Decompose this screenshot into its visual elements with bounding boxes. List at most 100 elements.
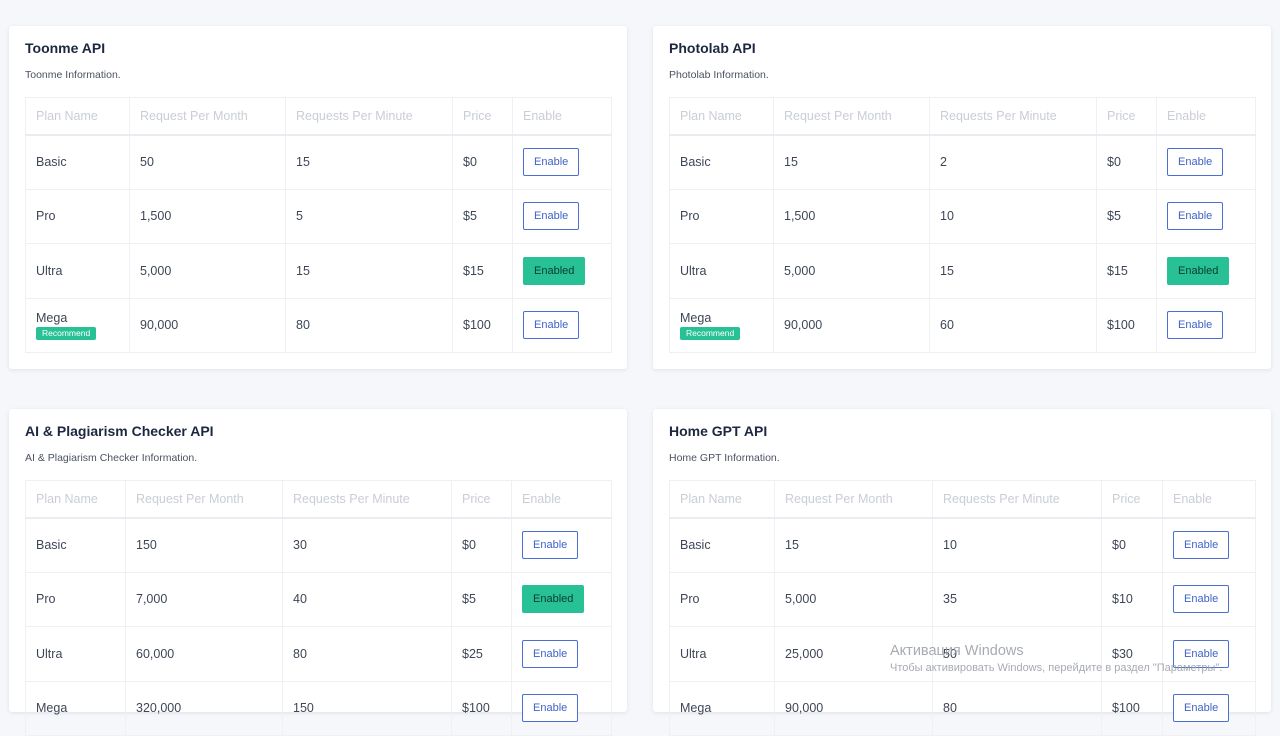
enable-button[interactable]: Enable	[1167, 202, 1224, 231]
column-header-requests-per-minute: Requests Per Minute	[929, 97, 1097, 136]
price: $15	[1096, 243, 1157, 299]
plan-name: Pro	[25, 571, 126, 627]
price: $10	[1101, 571, 1163, 627]
price: $0	[451, 517, 512, 573]
table-row: Mega 320,000 150 $100 Enable	[25, 680, 612, 736]
price: $30	[1101, 626, 1163, 682]
enabled-button[interactable]: Enabled	[1167, 256, 1230, 285]
requests-per-minute: 40	[282, 571, 452, 627]
enabled-button[interactable]: Enabled	[522, 585, 585, 614]
table-row: Pro 7,000 40 $5 Enabled	[25, 571, 612, 627]
requests-per-month: 1,500	[129, 188, 286, 244]
requests-per-month: 5,000	[774, 571, 933, 627]
plan-name: Pro	[25, 188, 130, 244]
plan-name: Mega	[669, 680, 775, 736]
table-header-row: Plan Name Request Per Month Requests Per…	[25, 480, 612, 519]
table-row: Mega Recommend 90,000 80 $100 Enable	[25, 297, 612, 353]
enable-button[interactable]: Enable	[1167, 148, 1224, 176]
plans-table: Plan Name Request Per Month Requests Per…	[25, 480, 612, 736]
card-title: Home GPT API	[669, 423, 768, 439]
column-header-price: Price	[1096, 97, 1157, 136]
column-header-request-per-month: Request Per Month	[125, 480, 283, 519]
card-subtitle: Toonme Information.	[25, 69, 121, 81]
recommend-badge: Recommend	[680, 326, 741, 340]
card-ai-plagiarism-checker-api: AI & Plagiarism Checker API AI & Plagiar…	[9, 409, 627, 736]
requests-per-month: 15	[774, 517, 933, 573]
plan-name: Ultra	[669, 243, 774, 299]
requests-per-minute: 5	[285, 188, 453, 244]
enable-button[interactable]: Enable	[523, 311, 580, 340]
enable-button[interactable]: Enable	[522, 639, 579, 668]
enable-button[interactable]: Enable	[1173, 694, 1230, 723]
plan-name: Basic	[25, 517, 126, 573]
requests-per-month: 90,000	[129, 297, 286, 353]
price: $0	[1101, 517, 1163, 573]
requests-per-month: 50	[129, 134, 286, 190]
requests-per-month: 60,000	[125, 626, 283, 682]
enable-button[interactable]: Enable	[522, 531, 579, 559]
price: $5	[451, 571, 512, 627]
table-row: Ultra 25,000 50 $30 Enable	[669, 626, 1256, 682]
column-header-enable: Enable	[1156, 97, 1256, 136]
price: $25	[451, 626, 512, 682]
column-header-plan-name: Plan Name	[25, 480, 126, 519]
table-row: Basic 150 30 $0 Enable	[25, 517, 612, 573]
requests-per-minute: 35	[932, 571, 1102, 627]
enable-button[interactable]: Enable	[1173, 639, 1230, 668]
column-header-request-per-month: Request Per Month	[129, 97, 286, 136]
requests-per-month: 25,000	[774, 626, 933, 682]
requests-per-minute: 80	[932, 680, 1102, 736]
card-title: Toonme API	[25, 40, 106, 56]
requests-per-month: 5,000	[129, 243, 286, 299]
enable-button[interactable]: Enable	[523, 148, 580, 176]
column-header-enable: Enable	[511, 480, 612, 519]
price: $5	[452, 188, 513, 244]
table-header-row: Plan Name Request Per Month Requests Per…	[669, 480, 1256, 519]
requests-per-minute: 30	[282, 517, 452, 573]
requests-per-minute: 15	[285, 243, 453, 299]
requests-per-minute: 80	[282, 626, 452, 682]
table-row: Basic 15 2 $0 Enable	[669, 134, 1256, 190]
enable-button[interactable]: Enable	[1167, 311, 1224, 340]
requests-per-month: 320,000	[125, 680, 283, 736]
card-toonme-api: Toonme API Toonme Information. Plan Name…	[9, 26, 627, 369]
plan-name: Ultra	[25, 243, 130, 299]
column-header-price: Price	[452, 97, 513, 136]
plan-name: Mega	[36, 310, 68, 325]
enable-button[interactable]: Enable	[523, 202, 580, 231]
plan-name: Mega	[680, 310, 712, 325]
plans-table: Plan Name Request Per Month Requests Per…	[669, 97, 1256, 353]
plan-name: Mega	[25, 680, 126, 736]
column-header-plan-name: Plan Name	[669, 97, 774, 136]
table-row: Ultra 60,000 80 $25 Enable	[25, 626, 612, 682]
column-header-plan-name: Plan Name	[25, 97, 130, 136]
price: $5	[1096, 188, 1157, 244]
enable-button[interactable]: Enable	[1173, 531, 1230, 559]
enable-button[interactable]: Enable	[522, 694, 579, 723]
price: $100	[1101, 680, 1163, 736]
card-subtitle: Home GPT Information.	[669, 452, 780, 464]
plan-name: Basic	[669, 517, 775, 573]
plan-name: Pro	[669, 571, 775, 627]
card-home-gpt-api: Home GPT API Home GPT Information. Plan …	[653, 409, 1271, 736]
enable-button[interactable]: Enable	[1173, 585, 1230, 614]
table-row: Basic 15 10 $0 Enable	[669, 517, 1256, 573]
requests-per-minute: 15	[929, 243, 1097, 299]
plans-table: Plan Name Request Per Month Requests Per…	[25, 97, 612, 353]
table-row: Pro 1,500 10 $5 Enable	[669, 188, 1256, 244]
price: $0	[1096, 134, 1157, 190]
requests-per-minute: 15	[285, 134, 453, 190]
requests-per-minute: 60	[929, 297, 1097, 353]
card-title: AI & Plagiarism Checker API	[25, 423, 214, 439]
requests-per-month: 15	[773, 134, 930, 190]
table-header-row: Plan Name Request Per Month Requests Per…	[669, 97, 1256, 136]
plan-name: Basic	[25, 134, 130, 190]
requests-per-minute: 10	[929, 188, 1097, 244]
column-header-price: Price	[451, 480, 512, 519]
plans-table: Plan Name Request Per Month Requests Per…	[669, 480, 1256, 736]
enabled-button[interactable]: Enabled	[523, 256, 586, 285]
plan-name: Ultra	[669, 626, 775, 682]
table-row: Basic 50 15 $0 Enable	[25, 134, 612, 190]
column-header-price: Price	[1101, 480, 1163, 519]
table-header-row: Plan Name Request Per Month Requests Per…	[25, 97, 612, 136]
